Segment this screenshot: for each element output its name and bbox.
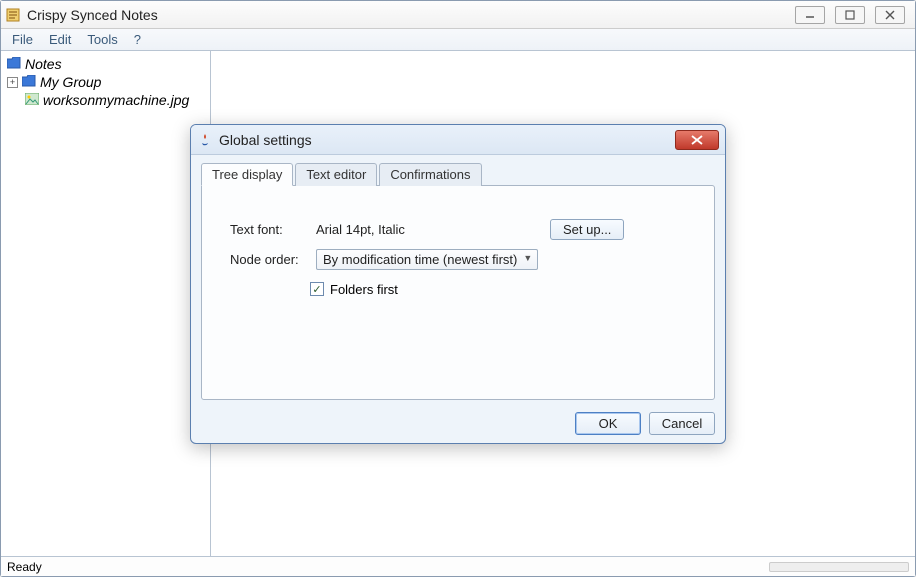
dialog-close-button[interactable] [675,130,719,150]
tree-root[interactable]: Notes [3,55,208,73]
checkbox-folders-first[interactable]: ✓ [310,282,324,296]
status-text: Ready [7,560,42,574]
close-button[interactable] [875,6,905,24]
minimize-button[interactable] [795,6,825,24]
tab-tree-display[interactable]: Tree display [201,163,293,186]
label-folders-first: Folders first [330,282,398,297]
dialog-body: Tree display Text editor Confirmations T… [191,155,725,406]
tree-file-label: worksonmymachine.jpg [43,92,189,108]
java-icon [197,132,213,148]
row-folders-first: ✓ Folders first [230,274,686,304]
tree-root-label: Notes [25,56,62,72]
menu-tools[interactable]: Tools [82,30,122,49]
image-icon [25,92,39,108]
menubar: File Edit Tools ? [1,29,915,51]
global-settings-dialog: Global settings Tree display Text editor… [190,124,726,444]
menu-edit[interactable]: Edit [44,30,76,49]
row-text-font: Text font: Arial 14pt, Italic Set up... [230,214,686,244]
row-node-order: Node order: By modification time (newest… [230,244,686,274]
window-controls [795,6,905,24]
statusbar: Ready [1,556,915,576]
label-text-font: Text font: [230,222,310,237]
window-title: Crispy Synced Notes [27,7,795,23]
tab-content: Text font: Arial 14pt, Italic Set up... … [201,185,715,400]
tree-group-label: My Group [40,74,101,90]
dialog-title: Global settings [219,132,675,148]
dialog-button-row: OK Cancel [191,406,725,443]
resize-grip[interactable] [769,562,909,572]
menu-file[interactable]: File [7,30,38,49]
main-titlebar[interactable]: Crispy Synced Notes [1,1,915,29]
dialog-titlebar[interactable]: Global settings [191,125,725,155]
menu-help[interactable]: ? [129,30,146,49]
folder-icon [7,56,21,72]
expand-icon[interactable]: + [7,77,18,88]
cancel-button[interactable]: Cancel [649,412,715,435]
app-icon [5,7,21,23]
tree-file[interactable]: worksonmymachine.jpg [3,91,208,109]
value-text-font: Arial 14pt, Italic [316,222,496,237]
ok-button[interactable]: OK [575,412,641,435]
select-node-order[interactable]: By modification time (newest first) [316,249,538,270]
folder-icon [22,74,36,90]
tab-confirmations[interactable]: Confirmations [379,163,481,186]
tabstrip: Tree display Text editor Confirmations [201,163,715,186]
tree-panel[interactable]: Notes + My Group worksonmymachine.jpg [1,51,211,556]
tree-group[interactable]: + My Group [3,73,208,91]
maximize-button[interactable] [835,6,865,24]
label-node-order: Node order: [230,252,310,267]
tab-text-editor[interactable]: Text editor [295,163,377,186]
select-node-order-value: By modification time (newest first) [323,252,517,267]
setup-button[interactable]: Set up... [550,219,624,240]
